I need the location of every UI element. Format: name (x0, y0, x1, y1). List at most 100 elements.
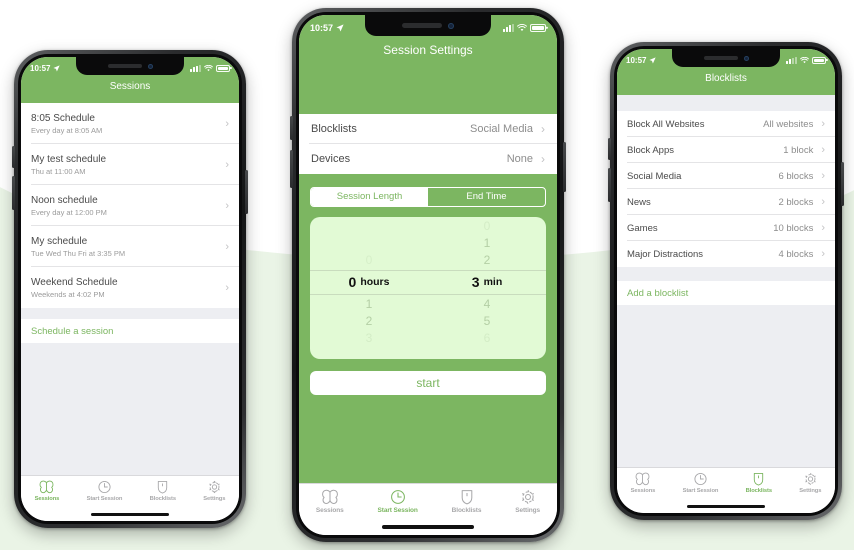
picker-wrap: 0 0 hours 1 2 3 0 1 2 3 min 4 5 6 (299, 207, 557, 359)
chevron-right-icon: › (821, 222, 825, 234)
earpiece-speaker (402, 23, 442, 28)
earpiece-speaker (703, 56, 738, 60)
setting-label: Blocklists (311, 123, 357, 135)
duration-picker[interactable]: 0 0 hours 1 2 3 0 1 2 3 min 4 5 6 (310, 217, 546, 359)
power-button[interactable] (841, 162, 844, 206)
table-row[interactable]: 8:05 Schedule Every day at 8:05 AM › (21, 103, 239, 144)
segment-end-time[interactable]: End Time (428, 188, 545, 206)
blocklist-name: Major Distractions (627, 248, 704, 260)
add-a-blocklist-button[interactable]: Add a blocklist (617, 281, 835, 305)
picker-item[interactable]: 1 (484, 236, 491, 250)
chevron-right-icon: › (225, 240, 229, 253)
picker-item[interactable]: 0 (484, 219, 491, 233)
tab-sessions[interactable]: Sessions (631, 472, 655, 494)
wifi-icon (800, 56, 809, 63)
power-button[interactable] (563, 142, 566, 192)
blocklist-name: Block Apps (627, 144, 674, 156)
location-arrow-icon (336, 24, 344, 32)
home-indicator-area (21, 507, 239, 521)
battery-icon (530, 24, 546, 32)
tab-blocklists[interactable]: Blocklists (150, 480, 176, 502)
blocklist-count: 2 blocks (778, 196, 814, 208)
volume-down-button[interactable] (608, 168, 611, 202)
chevron-right-icon: › (225, 281, 229, 294)
tab-blocklists[interactable]: Blocklists (452, 489, 481, 514)
nav-bar: Sessions (21, 79, 239, 103)
table-row[interactable]: Block Apps 1 block › (617, 137, 835, 163)
segment-session-length[interactable]: Session Length (311, 188, 428, 206)
setting-value: None (506, 153, 533, 165)
power-button[interactable] (245, 170, 248, 214)
volume-up-button[interactable] (290, 116, 293, 140)
table-row[interactable]: My test schedule Thu at 11:00 AM › (21, 144, 239, 185)
table-row[interactable]: Block All Websites All websites › (617, 111, 835, 137)
table-row[interactable]: Social Media 6 blocks › (617, 163, 835, 189)
home-indicator[interactable] (687, 504, 765, 508)
phone-left: 10:57 Sessions 8:05 Schedule Every day a… (12, 50, 248, 528)
picker-item[interactable]: 6 (484, 331, 491, 345)
duration-mode-segmented-control[interactable]: Session Length End Time (310, 187, 546, 207)
picker-item[interactable]: 5 (484, 314, 491, 328)
blocklist-name: Games (627, 222, 658, 234)
session-title: Weekend Schedule (31, 276, 118, 288)
status-time: 10:57 (30, 63, 51, 73)
tab-sessions[interactable]: Sessions (34, 480, 60, 502)
tab-start-session[interactable]: Start Session (378, 489, 418, 514)
tab-settings-label: Settings (203, 496, 226, 502)
picker-column-hours[interactable]: 0 0 hours 1 2 3 (310, 217, 428, 359)
tab-blocklists[interactable]: Blocklists (746, 472, 772, 494)
shield-icon (754, 472, 764, 486)
session-subtitle: Every day at 12:00 PM (31, 207, 107, 217)
tab-sessions-label: Sessions (315, 507, 344, 514)
start-button[interactable]: start (310, 371, 546, 395)
battery-icon (812, 56, 826, 64)
table-row[interactable]: Major Distractions 4 blocks › (617, 241, 835, 267)
volume-down-button[interactable] (290, 150, 293, 188)
tab-sessions[interactable]: Sessions (316, 489, 344, 514)
table-row[interactable]: Noon schedule Every day at 12:00 PM › (21, 185, 239, 226)
butterfly-icon (40, 480, 54, 494)
tab-settings[interactable]: Settings (515, 489, 540, 514)
settings-group: Blocklists Social Media › Devices None › (299, 114, 557, 174)
cellular-signal-icon (190, 64, 201, 72)
header-spacer (299, 69, 557, 114)
home-indicator[interactable] (91, 512, 169, 516)
tab-start-session[interactable]: Start Session (683, 472, 718, 494)
home-indicator[interactable] (382, 525, 474, 529)
chevron-right-icon: › (821, 170, 825, 182)
tab-bar: Sessions Start Session Blocklists Settin… (21, 475, 239, 507)
picker-item[interactable]: 0 (366, 253, 373, 267)
location-arrow-icon (649, 56, 657, 64)
picker-item[interactable]: 2 (366, 314, 373, 328)
picker-item[interactable]: 1 (366, 297, 373, 311)
picker-item[interactable]: 2 (484, 253, 491, 267)
picker-item[interactable]: 4 (484, 297, 491, 311)
gear-icon (805, 472, 816, 486)
volume-down-button[interactable] (12, 176, 15, 210)
blocklist-count: 1 block (783, 144, 814, 156)
device-notch (76, 57, 184, 75)
device-notch (672, 49, 780, 67)
table-row[interactable]: Games 10 blocks › (617, 215, 835, 241)
tab-start-session[interactable]: Start Session (87, 480, 122, 502)
blocklist-count: 6 blocks (778, 170, 814, 182)
picker-column-minutes[interactable]: 0 1 2 3 min 4 5 6 (428, 217, 546, 359)
table-row[interactable]: Weekend Schedule Weekends at 4:02 PM › (21, 267, 239, 308)
clock-icon (694, 472, 707, 486)
schedule-a-session-button[interactable]: Schedule a session (21, 319, 239, 343)
session-texts: 8:05 Schedule Every day at 8:05 AM (31, 113, 102, 135)
table-row[interactable]: Blocklists Social Media › (299, 114, 557, 144)
picker-item[interactable]: 3 (366, 331, 373, 345)
table-row[interactable]: My schedule Tue Wed Thu Fri at 3:35 PM › (21, 226, 239, 267)
tab-settings[interactable]: Settings (203, 480, 225, 502)
volume-up-button[interactable] (608, 138, 611, 160)
session-title: My test schedule (31, 153, 107, 165)
chevron-right-icon: › (225, 117, 229, 130)
tab-settings[interactable]: Settings (799, 472, 821, 494)
table-row[interactable]: News 2 blocks › (617, 189, 835, 215)
tab-sessions-label: Sessions (34, 496, 60, 502)
front-camera (448, 22, 454, 29)
nav-bar: Blocklists (617, 71, 835, 95)
volume-up-button[interactable] (12, 146, 15, 168)
table-row[interactable]: Devices None › (299, 144, 557, 174)
